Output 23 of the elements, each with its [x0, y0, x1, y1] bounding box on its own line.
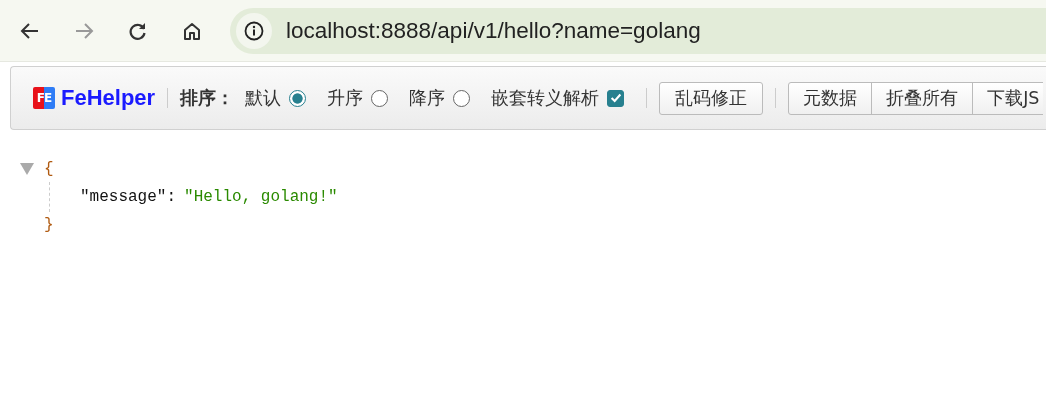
close-brace: } — [44, 216, 54, 234]
home-icon[interactable] — [182, 20, 202, 41]
json-key: "message" — [80, 188, 167, 206]
checkbox[interactable] — [607, 89, 625, 107]
address-bar[interactable]: localhost:8888/api/v1/hello?name=golang — [230, 7, 1046, 54]
url-text: localhost:8888/api/v1/hello?name=golang — [286, 17, 701, 44]
sort-label: 排序： — [180, 87, 235, 110]
sort-radio[interactable]: 默认 — [245, 86, 307, 110]
info-icon[interactable] — [244, 20, 264, 41]
toolbar-button[interactable]: 下载JS — [972, 81, 1044, 115]
sort-radio[interactable]: 降序 — [409, 86, 471, 110]
collapse-toggle-icon[interactable] — [20, 163, 34, 175]
fix-encoding-button[interactable]: 乱码修正 — [659, 81, 764, 115]
checkbox-label: 嵌套转义解析 — [491, 87, 600, 110]
toolbar-button[interactable]: 元数据 — [788, 81, 873, 115]
toolbar-button[interactable]: 折叠所有 — [871, 81, 974, 115]
back-icon[interactable] — [20, 20, 40, 41]
logo-text: FeHelper — [61, 85, 156, 111]
colon: : — [166, 188, 177, 206]
json-value: "Hello, golang!" — [184, 188, 338, 206]
forward-icon[interactable] — [74, 20, 94, 41]
open-brace: { — [44, 160, 54, 178]
sort-radio[interactable]: 升序 — [327, 86, 389, 110]
